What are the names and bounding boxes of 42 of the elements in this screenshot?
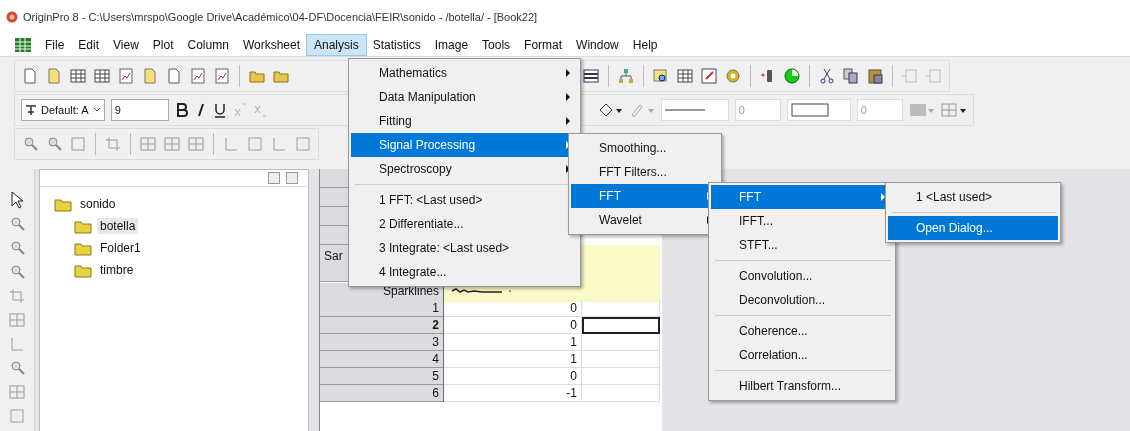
table-cell: -1 (444, 385, 582, 402)
menu-item[interactable]: Statistics (365, 35, 428, 55)
table-cell: 0 (444, 317, 582, 334)
menu-item[interactable]: Tools (475, 35, 518, 55)
row-number: 1 (432, 301, 439, 315)
menu-item[interactable]: View (106, 35, 146, 55)
tree-item[interactable]: timbre (97, 262, 137, 278)
row-number: 6 (432, 386, 439, 400)
menu-item[interactable]: Window (569, 35, 626, 55)
menu-item[interactable]: Analysis (307, 35, 366, 55)
menu-item[interactable]: FFT Filters... (571, 160, 719, 184)
tree-item[interactable]: Folder1 (97, 240, 144, 256)
menu-item[interactable]: Worksheet (235, 35, 307, 55)
font-size-dropdown[interactable]: 9 (110, 99, 169, 121)
table-cell: 1 (444, 334, 582, 351)
menu-item[interactable]: Column (180, 35, 236, 55)
row-number: 3 (432, 335, 439, 349)
menu-item[interactable]: Coherence... (711, 319, 893, 343)
font-dropdown[interactable]: Default: A (21, 99, 105, 121)
menu-item[interactable]: Help (625, 35, 665, 55)
menu-item[interactable]: Deconvolution... (711, 288, 893, 312)
menu-item[interactable]: Edit (71, 35, 107, 55)
table-cell: 1 (444, 351, 582, 368)
window-title: OriginPro 8 - C:\Users\mrspo\Google Drive\Académico\04-DF\Docencia\FEIR\sonido - /botella/ - [Book22] (23, 11, 538, 23)
row-number: 5 (432, 369, 439, 383)
menu-item[interactable]: Open Dialog... (888, 216, 1058, 240)
menu-item[interactable]: Data Manipulation (351, 85, 578, 109)
menu-item[interactable]: Fitting (351, 109, 578, 133)
menu-item[interactable]: Plot (145, 35, 181, 55)
menu-item[interactable]: Convolution... (711, 264, 893, 288)
menu-item[interactable]: Hilbert Transform... (711, 374, 893, 398)
table-cell: 0 (444, 368, 582, 385)
tree-item[interactable]: botella (97, 218, 139, 234)
row-number: 4 (432, 352, 439, 366)
menu-item[interactable]: Format (517, 35, 570, 55)
menu-item[interactable]: Image (427, 35, 476, 55)
tree-item[interactable]: sonido (77, 196, 119, 212)
table-cell: 0 (444, 300, 582, 317)
menu-item[interactable]: Mathematics (351, 61, 578, 85)
row-number: 2 (432, 318, 439, 332)
menu-item[interactable]: Correlation... (711, 343, 893, 367)
menu-item[interactable]: File (38, 35, 72, 55)
